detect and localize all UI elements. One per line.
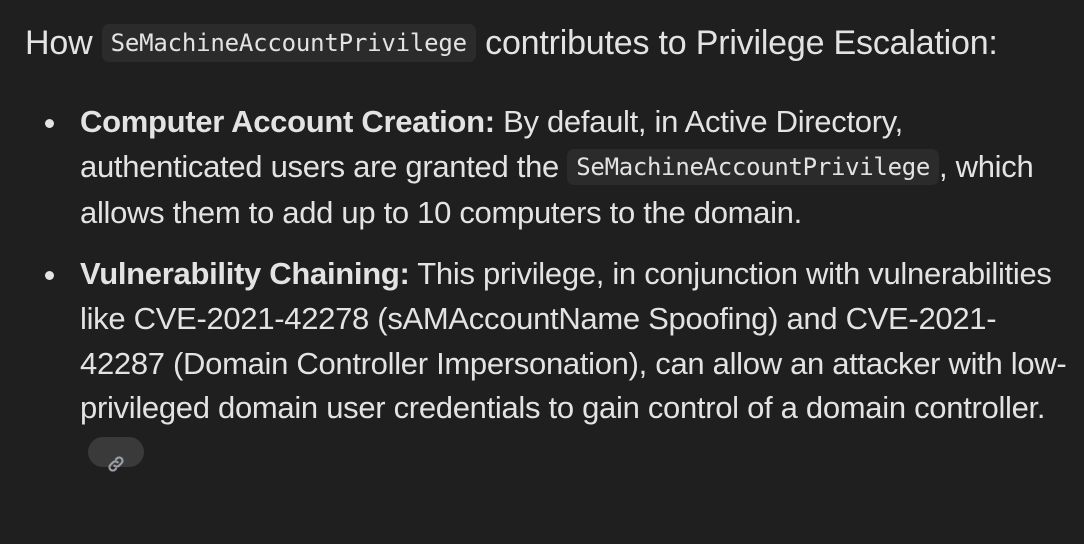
link-icon xyxy=(108,456,124,472)
bullet-icon xyxy=(45,271,54,281)
heading-inline-code: SeMachineAccountPrivilege xyxy=(101,24,476,62)
list-item-label: Vulnerability Chaining: xyxy=(80,256,410,292)
list-item-label: Computer Account Creation: xyxy=(80,104,495,139)
section-heading: How SeMachineAccountPrivilege contribute… xyxy=(25,20,1075,70)
heading-suffix: contributes to Privilege Escalation: xyxy=(485,24,998,62)
bullet-icon xyxy=(45,119,54,128)
list-item-inline-code: SeMachineAccountPrivilege xyxy=(567,148,940,185)
response-content: How SeMachineAccountPrivilege contribute… xyxy=(25,20,1075,492)
bullet-list: Computer Account Creation: By default, i… xyxy=(25,100,1075,476)
source-link-chip[interactable] xyxy=(88,436,144,472)
heading-prefix: How xyxy=(25,24,93,62)
list-item-computer-account-creation: Computer Account Creation: By default, i… xyxy=(25,100,1075,236)
list-item-vulnerability-chaining: Vulnerability Chaining: This privilege, … xyxy=(25,252,1075,476)
